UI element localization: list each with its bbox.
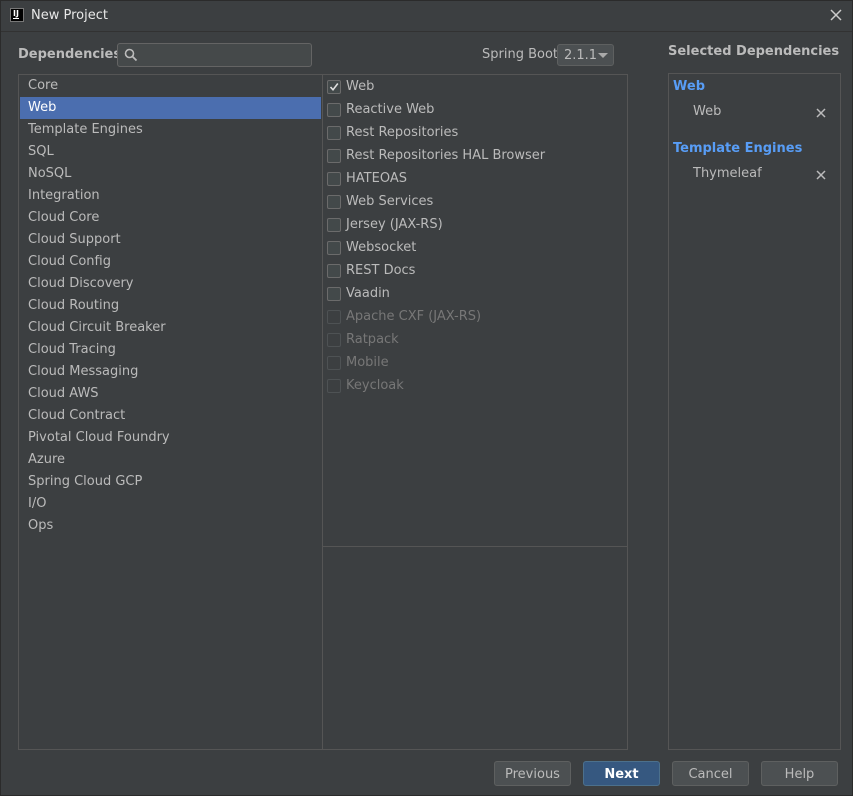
selected-dependencies-title: Selected Dependencies <box>668 44 840 59</box>
spring-boot-version-select[interactable]: 2.1.1 <box>557 44 614 66</box>
close-icon <box>830 9 842 21</box>
category-list: Core Web Template Engines SQL NoSQL Integrati… <box>18 74 323 750</box>
remove-dependency-button[interactable] <box>815 169 827 181</box>
close-icon <box>816 170 826 180</box>
dependency-label: Rest Repositories HAL Browser <box>346 148 546 163</box>
spring-boot-version-value: 2.1.1 <box>564 48 598 63</box>
title-bar: IJ New Project <box>1 1 852 32</box>
intellij-app-icon: IJ <box>10 8 24 22</box>
dependency-list: Web Reactive Web Rest Repositories Rest Rep… <box>322 74 628 547</box>
dependency-label: Web Services <box>346 194 434 209</box>
category-item[interactable]: Azure <box>20 449 321 471</box>
dependency-label: REST Docs <box>346 263 416 278</box>
close-icon <box>816 108 826 118</box>
category-item[interactable]: Spring Cloud GCP <box>20 471 321 493</box>
window-title: New Project <box>31 8 108 23</box>
search-icon <box>124 48 138 62</box>
category-item[interactable]: NoSQL <box>20 163 321 185</box>
dependency-label: Mobile <box>346 355 389 370</box>
dependency-checkbox <box>327 333 341 347</box>
new-project-dialog: IJ New Project Dependencies Spring Boot … <box>0 0 853 796</box>
search-input[interactable] <box>144 46 310 66</box>
category-item[interactable]: Integration <box>20 185 321 207</box>
dependency-label: Ratpack <box>346 332 399 347</box>
remove-dependency-button[interactable] <box>815 107 827 119</box>
dependency-checkbox <box>327 310 341 324</box>
dependency-checkbox[interactable] <box>327 103 341 117</box>
category-item[interactable]: Cloud Discovery <box>20 273 321 295</box>
dependency-description-panel <box>322 546 628 750</box>
dependency-label: Vaadin <box>346 286 390 301</box>
category-item[interactable]: Cloud Routing <box>20 295 321 317</box>
dependency-label: Keycloak <box>346 378 404 393</box>
dependency-label: Websocket <box>346 240 417 255</box>
dependency-checkbox[interactable] <box>327 172 341 186</box>
dependency-checkbox <box>327 356 341 370</box>
next-button[interactable]: Next <box>583 761 660 786</box>
dependency-checkbox[interactable] <box>327 218 341 232</box>
previous-button[interactable]: Previous <box>494 761 571 786</box>
category-item[interactable]: Ops <box>20 515 321 537</box>
dependency-label: HATEOAS <box>346 171 407 186</box>
category-item[interactable]: Cloud Circuit Breaker <box>20 317 321 339</box>
category-item[interactable]: I/O <box>20 493 321 515</box>
dependency-label: Jersey (JAX-RS) <box>346 217 443 232</box>
chevron-down-icon <box>598 53 608 58</box>
category-item[interactable]: Cloud Contract <box>20 405 321 427</box>
category-item[interactable]: Template Engines <box>20 119 321 141</box>
category-item[interactable]: Cloud Messaging <box>20 361 321 383</box>
dependency-checkbox <box>327 379 341 393</box>
selected-group-heading: Web <box>673 79 705 94</box>
category-item[interactable]: Pivotal Cloud Foundry <box>20 427 321 449</box>
dependency-checkbox[interactable] <box>327 126 341 140</box>
dependency-label: Rest Repositories <box>346 125 459 140</box>
selected-dependencies-panel: Web Web Template Engines Thymeleaf <box>668 73 841 750</box>
dependency-label: Reactive Web <box>346 102 435 117</box>
dependency-checkbox[interactable] <box>327 241 341 255</box>
cancel-button[interactable]: Cancel <box>672 761 749 786</box>
category-item[interactable]: Cloud Config <box>20 251 321 273</box>
dependency-label: Apache CXF (JAX-RS) <box>346 309 482 324</box>
selected-dependency-item: Web <box>693 104 722 119</box>
selected-dependency-item: Thymeleaf <box>693 166 762 181</box>
spring-boot-label: Spring Boot <box>482 47 559 62</box>
selected-group-heading: Template Engines <box>673 141 803 156</box>
category-item[interactable]: Cloud AWS <box>20 383 321 405</box>
help-button[interactable]: Help <box>761 761 838 786</box>
dependency-search[interactable] <box>117 43 312 67</box>
category-item[interactable]: Cloud Tracing <box>20 339 321 361</box>
dependency-checkbox[interactable] <box>327 80 341 94</box>
dependencies-label: Dependencies <box>18 47 122 62</box>
dependency-checkbox[interactable] <box>327 195 341 209</box>
dependency-checkbox[interactable] <box>327 149 341 163</box>
close-window-button[interactable] <box>826 5 846 25</box>
category-item[interactable]: Core <box>20 75 321 97</box>
dependency-label: Web <box>346 79 375 94</box>
category-item[interactable]: Web <box>20 97 321 119</box>
checkmark-icon <box>329 83 339 92</box>
dependency-checkbox[interactable] <box>327 287 341 301</box>
category-item[interactable]: Cloud Support <box>20 229 321 251</box>
dependency-checkbox[interactable] <box>327 264 341 278</box>
category-item[interactable]: Cloud Core <box>20 207 321 229</box>
category-item[interactable]: SQL <box>20 141 321 163</box>
